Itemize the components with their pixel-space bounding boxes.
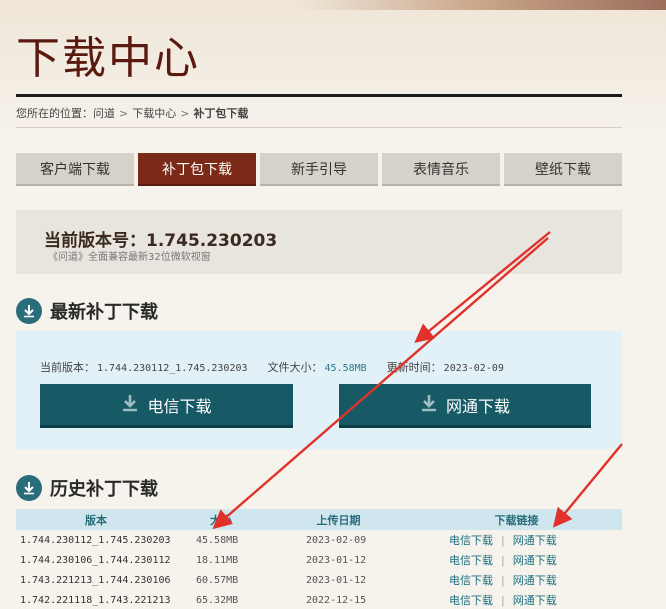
tab-wallpaper-download[interactable]: 壁纸下载 <box>504 153 622 186</box>
telecom-download-button[interactable]: 电信下载 <box>40 384 293 428</box>
column-header-version: 版本 <box>16 509 176 530</box>
row-date: 2023-02-09 <box>306 534 367 546</box>
latest-time-value: 2023-02-09 <box>443 363 504 374</box>
tab-beginner-guide[interactable]: 新手引导 <box>260 153 378 186</box>
title-divider <box>16 94 622 97</box>
tab-client-download[interactable]: 客户端下载 <box>16 153 134 186</box>
column-header-upload-date: 上传日期 <box>266 509 411 530</box>
table-row: 1.744.230112_1.745.230203 45.58MB 2023-0… <box>16 530 622 550</box>
page-title: 下载中心 <box>16 33 200 84</box>
latest-patch-title: 最新补丁下载 <box>50 302 158 323</box>
table-header-row: 版本 大小 上传日期 下载链接 <box>16 509 622 530</box>
row-links: 电信下载 | 网通下载 <box>411 590 622 609</box>
link-separator: | <box>501 594 505 607</box>
row-size: 60.57MB <box>196 574 239 586</box>
netcom-download-label: 网通下载 <box>445 396 510 416</box>
row-date: 2023-01-12 <box>306 554 367 566</box>
row-version: 1.743.221213_1.744.230106 <box>20 574 171 586</box>
latest-patch-heading: 最新补丁下载 <box>16 296 158 326</box>
row-date: 2022-12-15 <box>306 594 367 606</box>
latest-patch-panel: 当前版本： 1.744.230112_1.745.230203 文件大小： 45.58… <box>16 331 622 449</box>
latest-size-value: 45.58MB <box>324 363 367 374</box>
netcom-download-link[interactable]: 网通下载 <box>513 554 557 567</box>
breadcrumb-divider <box>16 127 622 128</box>
telecom-download-link[interactable]: 电信下载 <box>449 574 493 587</box>
row-version: 1.742.221118_1.743.221213 <box>20 594 171 606</box>
history-patch-heading: 历史补丁下载 <box>16 473 158 503</box>
header-decoration <box>300 0 666 10</box>
latest-version-value: 1.744.230112_1.745.230203 <box>97 363 248 374</box>
breadcrumb-separator: > <box>180 107 190 120</box>
download-arrow-icon <box>121 394 139 416</box>
breadcrumb-prefix: 您所在的位置： <box>16 107 93 120</box>
tab-patch-download[interactable]: 补丁包下载 <box>138 153 256 186</box>
telecom-download-link[interactable]: 电信下载 <box>449 594 493 607</box>
table-row: 1.742.221118_1.743.221213 65.32MB 2022-1… <box>16 590 622 609</box>
latest-patch-info: 当前版本： 1.744.230112_1.745.230203 文件大小： 45.58… <box>40 359 504 375</box>
breadcrumb-separator: > <box>119 107 129 120</box>
netcom-download-link[interactable]: 网通下载 <box>513 574 557 587</box>
row-size: 18.11MB <box>196 554 239 566</box>
column-header-size: 大小 <box>176 509 266 530</box>
netcom-download-button[interactable]: 网通下载 <box>339 384 591 428</box>
download-circle-icon <box>16 475 42 501</box>
download-tabs: 客户端下载 补丁包下载 新手引导 表情音乐 壁纸下载 <box>16 153 622 186</box>
row-date: 2023-01-12 <box>306 574 367 586</box>
row-links: 电信下载 | 网通下载 <box>411 550 622 570</box>
version-compat-note: 《问道》全面兼容最新32位微软视窗 <box>48 252 211 263</box>
row-links: 电信下载 | 网通下载 <box>411 570 622 590</box>
link-separator: | <box>501 554 505 567</box>
breadcrumb-current: 补丁包下载 <box>193 107 249 120</box>
download-arrow-icon <box>420 394 438 416</box>
table-row: 1.744.230106_1.744.230112 18.11MB 2023-0… <box>16 550 622 570</box>
latest-time-key: 更新时间： <box>386 361 442 374</box>
row-size: 45.58MB <box>196 534 239 546</box>
netcom-download-link[interactable]: 网通下载 <box>513 534 557 547</box>
row-version: 1.744.230106_1.744.230112 <box>20 554 171 566</box>
column-header-download-links: 下载链接 <box>411 509 622 530</box>
row-size: 65.32MB <box>196 594 239 606</box>
telecom-download-link[interactable]: 电信下载 <box>449 534 493 547</box>
latest-version-key: 当前版本： <box>40 361 95 374</box>
tab-emoji-music[interactable]: 表情音乐 <box>382 153 500 186</box>
telecom-download-label: 电信下载 <box>147 396 212 416</box>
link-separator: | <box>501 534 505 547</box>
current-version-panel: 当前版本号：1.745.230203 《问道》全面兼容最新32位微软视窗 <box>16 210 622 274</box>
download-circle-icon <box>16 298 42 324</box>
telecom-download-link[interactable]: 电信下载 <box>449 554 493 567</box>
history-patch-table: 版本 大小 上传日期 下载链接 1.744.230112_1.745.23020… <box>16 509 622 609</box>
breadcrumb-link-home[interactable]: 问道 <box>93 107 115 120</box>
row-links: 电信下载 | 网通下载 <box>411 530 622 550</box>
row-version: 1.744.230112_1.745.230203 <box>20 534 171 546</box>
breadcrumb-link-download-center[interactable]: 下载中心 <box>132 107 176 120</box>
table-row: 1.743.221213_1.744.230106 60.57MB 2023-0… <box>16 570 622 590</box>
latest-size-key: 文件大小： <box>267 361 323 374</box>
history-patch-title: 历史补丁下载 <box>50 479 158 500</box>
netcom-download-link[interactable]: 网通下载 <box>513 594 557 607</box>
link-separator: | <box>501 574 505 587</box>
breadcrumb: 您所在的位置：问道 > 下载中心 > 补丁包下载 <box>16 105 248 121</box>
